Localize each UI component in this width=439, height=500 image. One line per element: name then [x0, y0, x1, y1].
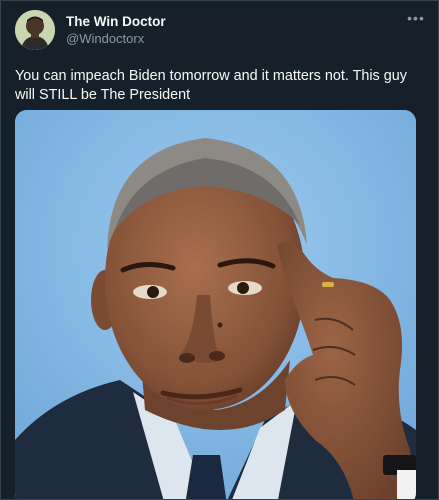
tweet-media-photo[interactable]: [15, 110, 416, 499]
photo-image: [15, 110, 416, 499]
more-options-icon[interactable]: •••: [406, 11, 426, 28]
avatar-image: [15, 10, 55, 50]
tweet-header: The Win Doctor @Windoctorx •••: [15, 10, 426, 54]
author-names: The Win Doctor @Windoctorx: [66, 13, 166, 48]
author-display-name[interactable]: The Win Doctor: [66, 13, 166, 30]
tweet-card[interactable]: The Win Doctor @Windoctorx ••• You can i…: [0, 0, 439, 500]
author-handle[interactable]: @Windoctorx: [66, 30, 166, 48]
user-avatar[interactable]: [15, 10, 55, 50]
tweet-text: You can impeach Biden tomorrow and it ma…: [15, 68, 407, 103]
